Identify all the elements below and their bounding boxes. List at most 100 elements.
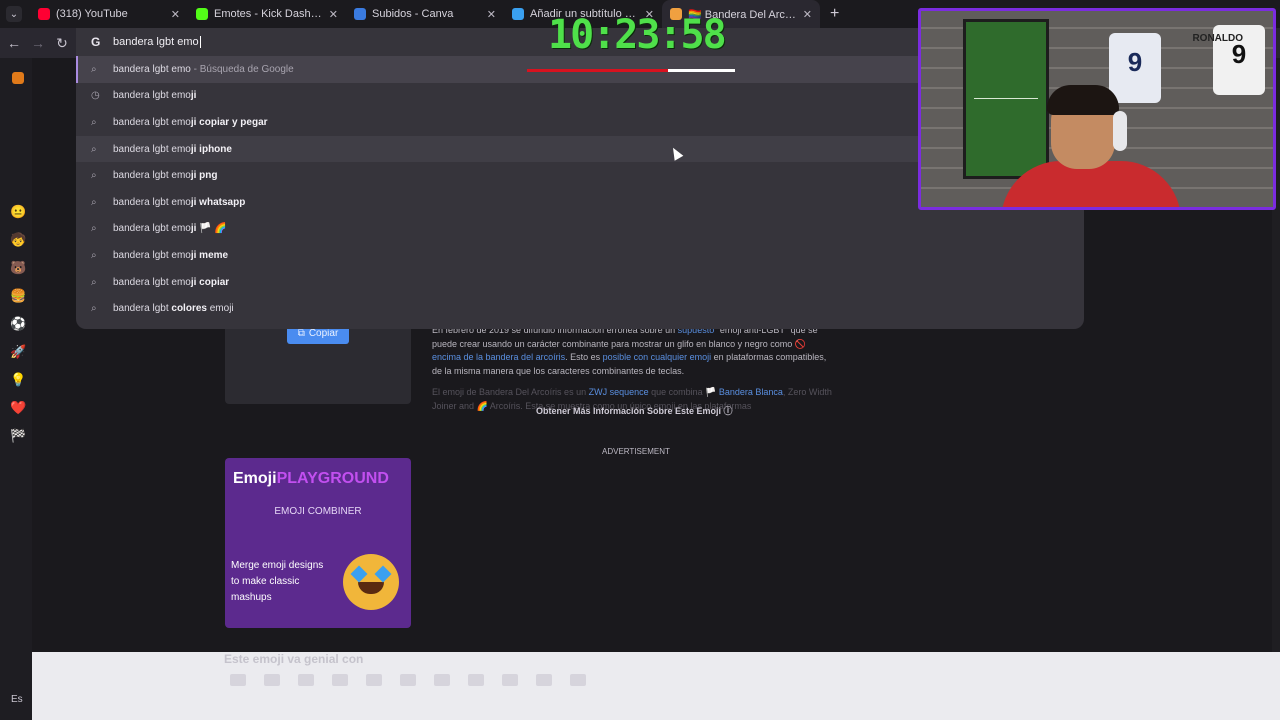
jersey-name: RONALDO bbox=[1192, 33, 1243, 44]
close-tab-icon[interactable]: ✕ bbox=[487, 8, 496, 21]
link-zwj[interactable]: ZWJ sequence bbox=[589, 387, 649, 397]
suggestion-suffix: - Búsqueda de Google bbox=[190, 63, 294, 75]
emoji-description: En febrero de 2019 se difundió informaci… bbox=[432, 324, 832, 413]
tab-favicon-icon bbox=[512, 8, 524, 20]
suggestion-completion: ji copiar bbox=[190, 276, 230, 288]
omnibox-suggestion[interactable]: ⌕ bandera lgbt emo ji 🏳️ 🌈 bbox=[76, 216, 1084, 243]
related-emoji[interactable] bbox=[400, 674, 416, 686]
emoji-category-icon[interactable]: ⚽ bbox=[10, 316, 26, 332]
address-input[interactable]: bandera lgbt emo bbox=[113, 36, 199, 48]
site-logo-icon[interactable] bbox=[12, 72, 24, 84]
promo-brand: EmojiPLAYGROUND bbox=[233, 470, 389, 487]
search-icon: ⌕ bbox=[91, 170, 97, 182]
more-info-link[interactable]: Obtener Más Información Sobre Este Emoji… bbox=[536, 404, 733, 417]
close-tab-icon[interactable]: ✕ bbox=[803, 8, 812, 21]
back-button[interactable]: ← bbox=[2, 35, 26, 51]
browser-tab[interactable]: Subidos - Canva ✕ bbox=[346, 0, 504, 28]
forward-button[interactable]: → bbox=[26, 35, 50, 51]
tab-favicon-icon bbox=[354, 8, 366, 20]
suggestion-completion: ji whatsapp bbox=[190, 196, 246, 208]
tab-title: (318) YouTube bbox=[56, 8, 128, 20]
search-icon: ⌕ bbox=[91, 196, 97, 208]
related-emoji[interactable] bbox=[298, 674, 314, 686]
emoji-category-icon[interactable]: 🚀 bbox=[10, 344, 26, 360]
related-emoji[interactable] bbox=[332, 674, 348, 686]
related-emojis-row bbox=[230, 674, 586, 686]
google-icon: G bbox=[91, 35, 101, 49]
search-icon: ⌕ bbox=[91, 116, 97, 128]
tab-title: Emotes - Kick Dashboard bbox=[214, 8, 323, 20]
related-emoji[interactable] bbox=[366, 674, 382, 686]
tab-favicon-icon bbox=[196, 8, 208, 20]
related-emoji[interactable] bbox=[536, 674, 552, 686]
tab-favicon-icon bbox=[38, 8, 50, 20]
emoji-category-icon[interactable]: 😐 bbox=[10, 204, 26, 220]
suggestion-completion: ji png bbox=[190, 170, 218, 182]
promo-subtitle: EMOJI COMBINER bbox=[274, 506, 362, 517]
related-emojis-title: Este emoji va genial con bbox=[224, 652, 364, 666]
suggestion-text: bandera lgbt emo bbox=[113, 223, 191, 235]
emoji-category-icon[interactable]: 🐻 bbox=[10, 260, 26, 276]
promo-blurb: Merge emoji designs to make classic mash… bbox=[231, 560, 324, 603]
omnibox-suggestion[interactable]: ⌕ bandera lgbt colores emoji bbox=[76, 295, 1084, 322]
link-bandera-blanca[interactable]: Bandera Blanca bbox=[719, 387, 783, 397]
emoji-category-icon[interactable]: ❤️ bbox=[10, 400, 26, 416]
language-selector[interactable]: Es bbox=[11, 694, 23, 705]
search-icon: ⌕ bbox=[91, 303, 97, 315]
advertisement-label: ADVERTISEMENT bbox=[602, 447, 670, 456]
close-tab-icon[interactable]: ✕ bbox=[329, 8, 338, 21]
tab-search-button[interactable]: ⌄ bbox=[6, 6, 22, 22]
suggestion-text: bandera lgbt bbox=[113, 303, 172, 315]
related-emoji[interactable] bbox=[230, 674, 246, 686]
suggestion-text: bandera lgbt emo bbox=[113, 116, 191, 128]
link-encima-bandera[interactable]: encima de la bandera del arcoíris bbox=[432, 352, 565, 362]
emoji-category-icon[interactable]: 🏁 bbox=[10, 428, 26, 444]
suggestion-text: bandera lgbt emo bbox=[113, 143, 191, 155]
suggestion-completion: colores bbox=[171, 303, 207, 315]
related-emoji[interactable] bbox=[468, 674, 484, 686]
related-emoji[interactable] bbox=[434, 674, 450, 686]
suggestion-text: bandera lgbt emo bbox=[113, 276, 191, 288]
suggestion-completion: ji iphone bbox=[190, 143, 232, 155]
star-struck-emoji-icon bbox=[343, 554, 399, 610]
webcam-overlay: 9 9 RONALDO bbox=[918, 8, 1276, 210]
timer-progress-fill bbox=[527, 69, 669, 72]
suggestion-completion: ji meme bbox=[190, 249, 229, 261]
suggestion-completion: ji 🏳️ 🌈 bbox=[190, 223, 227, 235]
related-emojis-section: Este emoji va genial con bbox=[32, 652, 1280, 720]
search-icon: ⌕ bbox=[91, 249, 97, 261]
related-emoji[interactable] bbox=[502, 674, 518, 686]
close-tab-icon[interactable]: ✕ bbox=[171, 8, 180, 21]
history-icon: ◷ bbox=[91, 90, 100, 102]
reload-button[interactable]: ↻ bbox=[50, 35, 74, 52]
omnibox-suggestion[interactable]: ⌕ bandera lgbt emo ji meme bbox=[76, 242, 1084, 269]
browser-tab[interactable]: Emotes - Kick Dashboard ✕ bbox=[188, 0, 346, 28]
omnibox-suggestion[interactable]: ⌕ bandera lgbt emo ji copiar bbox=[76, 269, 1084, 296]
suggestion-text: bandera lgbt emo bbox=[113, 249, 191, 261]
search-icon: ⌕ bbox=[91, 63, 97, 75]
streamer bbox=[1001, 85, 1181, 207]
timer-progress-bar bbox=[527, 69, 735, 72]
search-icon: ⌕ bbox=[91, 223, 97, 235]
text-caret bbox=[199, 36, 201, 48]
search-icon: ⌕ bbox=[91, 143, 97, 155]
related-emoji[interactable] bbox=[570, 674, 586, 686]
suggestion-text: bandera lgbt emo bbox=[113, 170, 191, 182]
browser-tab[interactable]: (318) YouTube ✕ bbox=[30, 0, 188, 28]
emoji-category-icon[interactable]: 🍔 bbox=[10, 288, 26, 304]
new-tab-button[interactable]: + bbox=[830, 5, 839, 23]
suggestion-completion: ji bbox=[190, 90, 197, 102]
suggestion-completion: ji copiar y pegar bbox=[190, 116, 268, 128]
emoji-playground-ad[interactable]: EmojiPLAYGROUND EMOJI COMBINER Merge emo… bbox=[225, 458, 411, 628]
emoji-category-icon[interactable]: 💡 bbox=[10, 372, 26, 388]
copy-icon: ⧉ bbox=[297, 327, 305, 339]
link-posible[interactable]: posible con cualquier emoji bbox=[603, 352, 712, 362]
emoji-category-icon[interactable]: 🧒 bbox=[10, 232, 26, 248]
suggestion-text: bandera lgbt emo bbox=[113, 196, 191, 208]
emoji-category-sidebar: 😐 🧒 🐻 🍔 ⚽ 🚀 💡 ❤️ 🏁 Es bbox=[0, 58, 32, 720]
suggestion-text: bandera lgbt emo bbox=[113, 90, 191, 102]
related-emoji[interactable] bbox=[264, 674, 280, 686]
search-icon: ⌕ bbox=[91, 276, 97, 288]
suggestion-suffix: emoji bbox=[206, 303, 234, 315]
stream-timer: 10:23:58 bbox=[548, 12, 727, 58]
